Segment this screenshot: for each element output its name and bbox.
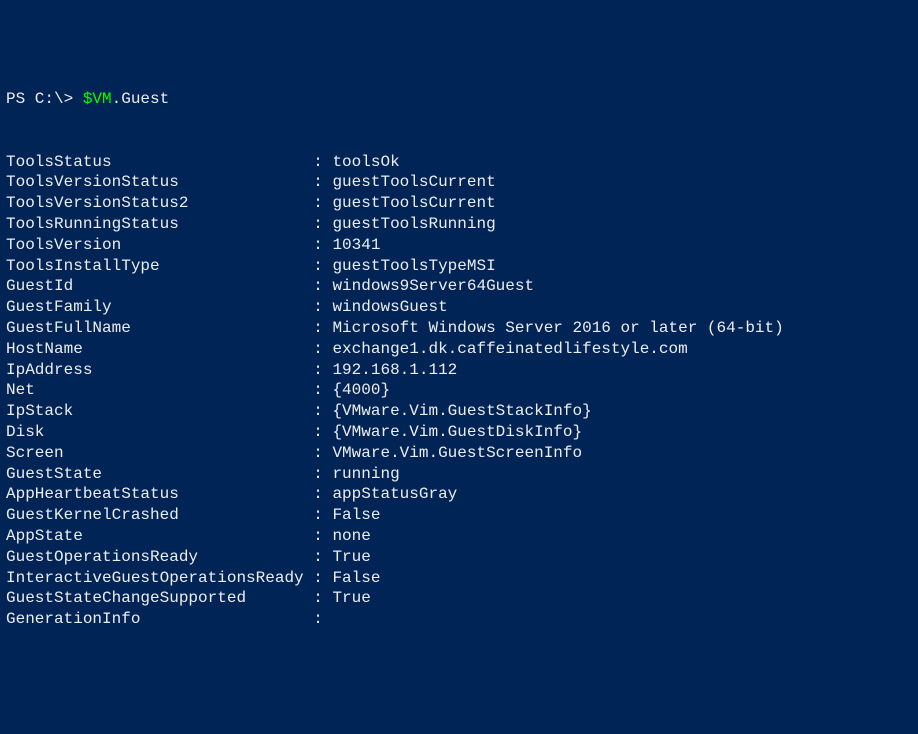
output-row: ToolsVersion : 10341 xyxy=(6,235,912,256)
output-row: GuestFamily : windowsGuest xyxy=(6,297,912,318)
output-row: GenerationInfo : xyxy=(6,609,912,630)
prompt-prefix: PS C:\> xyxy=(6,90,83,108)
output-row: GuestState : running xyxy=(6,464,912,485)
output-row: InteractiveGuestOperationsReady : False xyxy=(6,568,912,589)
output-row: Disk : {VMware.Vim.GuestDiskInfo} xyxy=(6,422,912,443)
output-row: GuestKernelCrashed : False xyxy=(6,505,912,526)
output-row: AppHeartbeatStatus : appStatusGray xyxy=(6,484,912,505)
prompt-line: PS C:\> $VM.Guest xyxy=(6,90,169,108)
prompt-variable: $VM xyxy=(83,90,112,108)
output-row: GuestStateChangeSupported : True xyxy=(6,588,912,609)
output-row: ToolsVersionStatus : guestToolsCurrent xyxy=(6,172,912,193)
output-row: ToolsRunningStatus : guestToolsRunning xyxy=(6,214,912,235)
output-row: ToolsVersionStatus2 : guestToolsCurrent xyxy=(6,193,912,214)
output-row: Net : {4000} xyxy=(6,380,912,401)
terminal[interactable]: PS C:\> $VM.Guest ToolsStatus : toolsOkT… xyxy=(6,89,912,630)
output-row: IpAddress : 192.168.1.112 xyxy=(6,360,912,381)
prompt-property: .Guest xyxy=(112,90,170,108)
output-row: HostName : exchange1.dk.caffeinatedlifes… xyxy=(6,339,912,360)
output-row: IpStack : {VMware.Vim.GuestStackInfo} xyxy=(6,401,912,422)
output-row: ToolsInstallType : guestToolsTypeMSI xyxy=(6,256,912,277)
output-row: GuestOperationsReady : True xyxy=(6,547,912,568)
output-row: Screen : VMware.Vim.GuestScreenInfo xyxy=(6,443,912,464)
output-row: GuestId : windows9Server64Guest xyxy=(6,276,912,297)
output-row: AppState : none xyxy=(6,526,912,547)
output-block: ToolsStatus : toolsOkToolsVersionStatus … xyxy=(6,152,912,630)
output-row: ToolsStatus : toolsOk xyxy=(6,152,912,173)
output-row: GuestFullName : Microsoft Windows Server… xyxy=(6,318,912,339)
output-blank-line xyxy=(6,110,912,131)
